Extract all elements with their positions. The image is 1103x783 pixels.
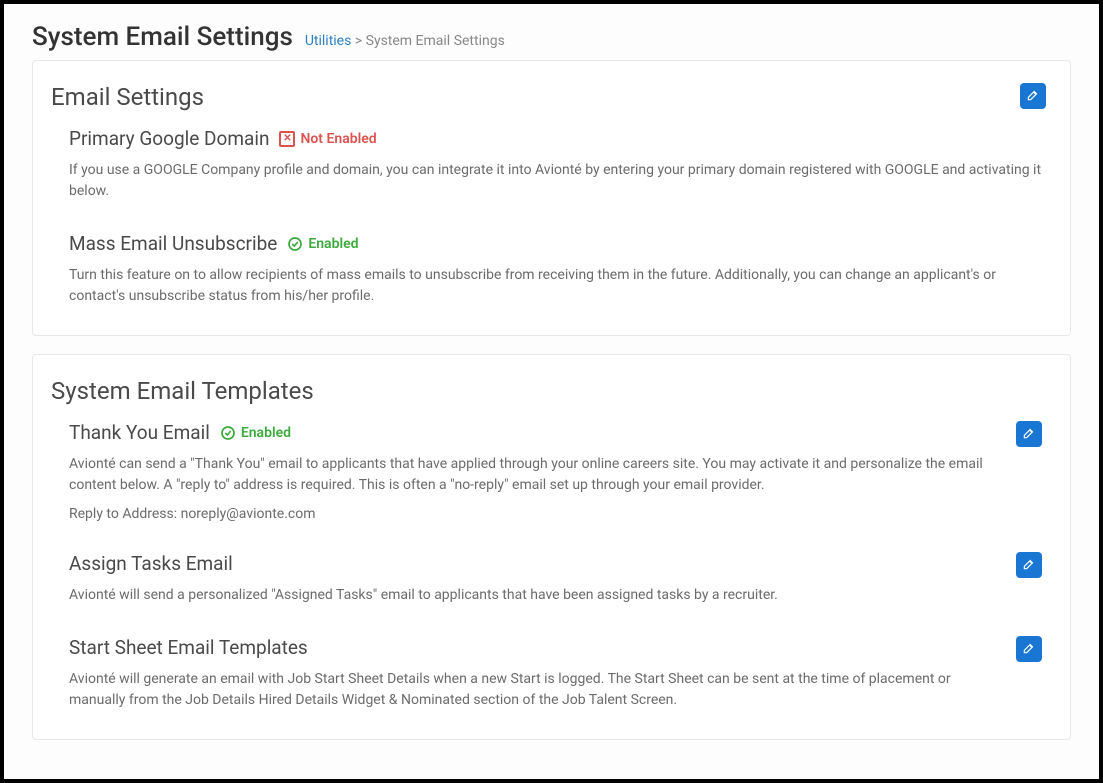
status-text: Enabled bbox=[308, 236, 358, 252]
edit-email-settings-button[interactable] bbox=[1020, 83, 1046, 109]
edit-icon bbox=[1022, 641, 1036, 658]
thank-you-email-desc: Avionté can send a "Thank You" email to … bbox=[69, 454, 998, 496]
email-settings-card: Email Settings Primary Google Domain ✕ N… bbox=[32, 60, 1071, 336]
email-settings-title: Email Settings bbox=[51, 83, 1042, 111]
start-sheet-email-title: Start Sheet Email Templates bbox=[69, 636, 308, 659]
edit-thank-you-email-button[interactable] bbox=[1016, 421, 1042, 447]
status-badge: Enabled bbox=[220, 425, 291, 441]
mass-unsubscribe-section: Mass Email Unsubscribe Enabled Turn this… bbox=[51, 232, 1042, 307]
page-header: System Email Settings Utilities > System… bbox=[32, 22, 1071, 52]
assign-tasks-email-section: Assign Tasks Email Avionté will send a p… bbox=[51, 552, 1042, 606]
thank-you-email-title: Thank You Email bbox=[69, 421, 210, 444]
breadcrumb: Utilities > System Email Settings bbox=[305, 33, 505, 49]
breadcrumb-utilities-link[interactable]: Utilities bbox=[305, 33, 352, 49]
page-title: System Email Settings bbox=[32, 22, 293, 52]
thank-you-email-section: Thank You Email Enabled Avionté can send… bbox=[51, 421, 1042, 522]
breadcrumb-separator: > bbox=[355, 33, 362, 49]
page-container: System Email Settings Utilities > System… bbox=[4, 4, 1099, 779]
edit-assign-tasks-button[interactable] bbox=[1016, 552, 1042, 578]
status-badge: Enabled bbox=[287, 236, 358, 252]
mass-unsubscribe-title: Mass Email Unsubscribe bbox=[69, 232, 277, 255]
status-badge: ✕ Not Enabled bbox=[279, 131, 376, 147]
edit-icon bbox=[1022, 426, 1036, 443]
reply-to-value: noreply@avionte.com bbox=[181, 506, 316, 522]
start-sheet-email-desc: Avionté will generate an email with Job … bbox=[69, 669, 998, 711]
edit-icon bbox=[1026, 88, 1040, 105]
system-email-templates-card: System Email Templates Thank You Email E… bbox=[32, 354, 1071, 740]
reply-to-line: Reply to Address: noreply@avionte.com bbox=[69, 506, 998, 522]
primary-google-domain-section: Primary Google Domain ✕ Not Enabled If y… bbox=[51, 127, 1042, 202]
status-text: Not Enabled bbox=[300, 131, 376, 147]
primary-google-domain-title: Primary Google Domain bbox=[69, 127, 269, 150]
status-text: Enabled bbox=[241, 425, 291, 441]
primary-google-domain-desc: If you use a GOOGLE Company profile and … bbox=[69, 160, 1042, 202]
system-email-templates-title: System Email Templates bbox=[51, 377, 1042, 405]
edit-icon bbox=[1022, 557, 1036, 574]
check-circle-icon bbox=[287, 236, 303, 252]
start-sheet-email-section: Start Sheet Email Templates Avionté will… bbox=[51, 636, 1042, 711]
check-circle-icon bbox=[220, 425, 236, 441]
reply-to-label: Reply to Address: bbox=[69, 506, 181, 522]
mass-unsubscribe-desc: Turn this feature on to allow recipients… bbox=[69, 265, 1042, 307]
assign-tasks-email-title: Assign Tasks Email bbox=[69, 552, 233, 575]
breadcrumb-current: System Email Settings bbox=[366, 33, 505, 49]
edit-start-sheet-button[interactable] bbox=[1016, 636, 1042, 662]
assign-tasks-email-desc: Avionté will send a personalized "Assign… bbox=[69, 585, 998, 606]
x-square-icon: ✕ bbox=[279, 131, 295, 147]
